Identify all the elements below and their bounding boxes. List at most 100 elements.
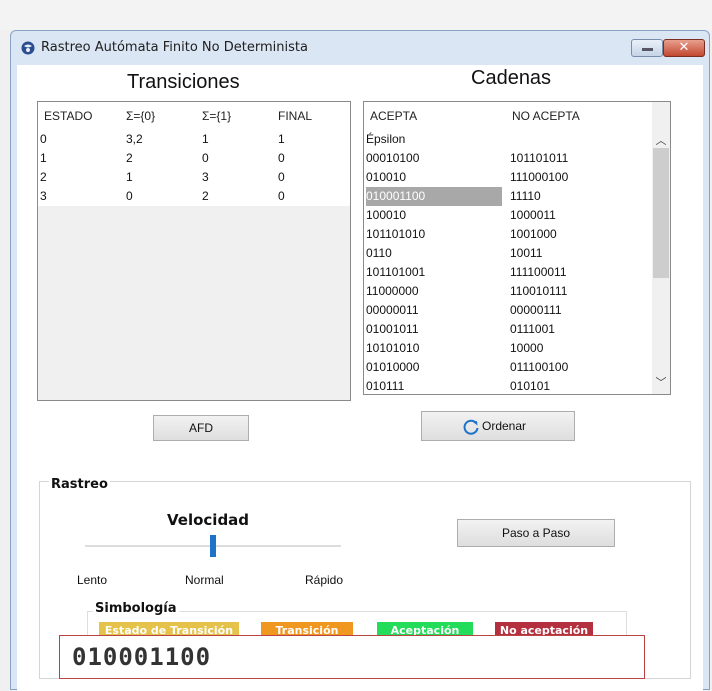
app-window: Rastreo Autómata Finito No Determinista …: [10, 30, 710, 691]
list-item[interactable]: 00010100 101101011: [364, 149, 652, 168]
list-cell[interactable]: 100010: [366, 206, 506, 225]
list-cell[interactable]: 1001000: [510, 225, 650, 244]
list-cell[interactable]: 00010100: [366, 149, 506, 168]
list-cell[interactable]: 111100011: [510, 263, 650, 282]
close-icon: ✕: [678, 40, 690, 55]
table-cell[interactable]: 0: [278, 168, 338, 187]
list-item[interactable]: 100010 1000011: [364, 206, 652, 225]
list-cell[interactable]: 10101010: [366, 339, 506, 358]
list-cell[interactable]: 110010111: [510, 282, 650, 301]
scroll-thumb[interactable]: [653, 148, 669, 278]
table-cell[interactable]: 1: [126, 168, 196, 187]
table-row[interactable]: 0 3,2 1 1: [38, 130, 350, 149]
list-cell[interactable]: [510, 130, 650, 149]
table-cell[interactable]: 2: [202, 187, 272, 206]
scroll-up-icon[interactable]: ︿: [654, 134, 668, 148]
ordenar-label: Ordenar: [482, 419, 527, 433]
table-cell[interactable]: 0: [278, 187, 338, 206]
transiciones-heading: Transiciones: [127, 71, 240, 93]
cadenas-table[interactable]: ACEPTA NO ACEPTA Épsilon 00010100 10110101…: [363, 101, 671, 395]
app-icon: [21, 41, 35, 55]
minimize-icon: [642, 48, 653, 51]
list-cell[interactable]: 101101010: [366, 225, 506, 244]
list-cell[interactable]: Épsilon: [366, 130, 506, 149]
list-cell[interactable]: 10011: [510, 244, 650, 263]
ordenar-button[interactable]: Ordenar: [421, 411, 575, 441]
list-item[interactable]: 101101001 111100011: [364, 263, 652, 282]
table-cell[interactable]: 3,2: [126, 130, 196, 149]
simbologia-label: Simbología: [93, 601, 179, 616]
list-cell[interactable]: 1000011: [510, 206, 650, 225]
list-item[interactable]: 010001100 11110: [364, 187, 652, 206]
cadenas-scrollbar[interactable]: ︿ ﹀: [652, 130, 670, 394]
col-header-sigma0[interactable]: Σ={0}: [126, 102, 196, 130]
list-item[interactable]: 101101010 1001000: [364, 225, 652, 244]
list-cell[interactable]: 11000000: [366, 282, 506, 301]
list-cell[interactable]: 10000: [510, 339, 650, 358]
list-cell[interactable]: 010111: [366, 377, 506, 394]
rastreo-label: Rastreo: [49, 477, 110, 492]
list-cell[interactable]: 0111001: [510, 320, 650, 339]
cadenas-heading: Cadenas: [471, 67, 552, 89]
list-item[interactable]: 01001011 0111001: [364, 320, 652, 339]
table-row[interactable]: 1200: [38, 149, 350, 168]
slider-lento-label: Lento: [77, 573, 108, 587]
col-header-sigma1[interactable]: Σ={1}: [202, 102, 272, 130]
list-cell[interactable]: 101101011: [510, 149, 650, 168]
table-cell[interactable]: 1: [278, 130, 338, 149]
table-cell[interactable]: 0: [126, 187, 196, 206]
transiciones-table[interactable]: ESTADO Σ={0} Σ={1} FINAL 0 3,2 1 1 1 2 0 0 2 1 3 0 3…: [37, 101, 351, 401]
cadenas-header-row: ACEPTA NO ACEPTA: [364, 102, 652, 131]
table-row[interactable]: 3020: [38, 187, 350, 206]
current-string-display: 010001100: [59, 635, 645, 679]
velocidad-label: Velocidad: [167, 511, 250, 529]
table-cell[interactable]: 3: [40, 187, 120, 206]
list-item[interactable]: 01010000 011100100: [364, 358, 652, 377]
list-cell[interactable]: 01001011: [366, 320, 506, 339]
refresh-icon: [463, 419, 479, 435]
speed-slider-thumb[interactable]: [210, 535, 216, 557]
client-area: Transiciones ESTADO Σ={0} Σ={1} FINAL 03…: [17, 65, 703, 691]
table-cell[interactable]: 0: [202, 149, 272, 168]
table-cell[interactable]: 1: [202, 130, 272, 149]
list-cell[interactable]: 010101: [510, 377, 650, 394]
table-cell[interactable]: 2: [40, 168, 120, 187]
col-header-final[interactable]: FINAL: [278, 102, 338, 130]
list-cell[interactable]: 010010: [366, 168, 506, 187]
list-cell[interactable]: 011100100: [510, 358, 650, 377]
current-string-text: 010001100: [72, 643, 212, 671]
paso-a-paso-button[interactable]: Paso a Paso: [457, 519, 615, 547]
table-cell[interactable]: 3: [202, 168, 272, 187]
col-header-acepta[interactable]: ACEPTA: [370, 102, 490, 130]
afd-button[interactable]: AFD: [153, 415, 249, 441]
table-cell[interactable]: 0: [278, 149, 338, 168]
list-cell[interactable]: 11110: [510, 187, 650, 206]
slider-rapido-label: Rápido: [305, 573, 344, 587]
table-cell[interactable]: 1: [40, 149, 120, 168]
list-item[interactable]: 010111 010101: [364, 377, 652, 394]
col-header-no-acepta[interactable]: NO ACEPTA: [512, 102, 632, 130]
list-item[interactable]: 0110 10011: [364, 244, 652, 263]
list-item[interactable]: 10101010 10000: [364, 339, 652, 358]
list-cell[interactable]: 111000100: [510, 168, 650, 187]
window-title: Rastreo Autómata Finito No Determinista: [41, 40, 308, 55]
slider-normal-label: Normal: [185, 573, 224, 587]
list-item[interactable]: 010010 111000100: [364, 168, 652, 187]
table-cell[interactable]: 0: [40, 130, 120, 149]
close-button[interactable]: ✕: [663, 39, 705, 57]
minimize-button[interactable]: [631, 39, 663, 57]
scroll-down-icon[interactable]: ﹀: [654, 376, 668, 390]
list-cell[interactable]: 101101001: [366, 263, 506, 282]
list-cell[interactable]: 00000011: [366, 301, 506, 320]
title-bar[interactable]: Rastreo Autómata Finito No Determinista …: [11, 31, 709, 65]
table-row[interactable]: 2130: [38, 168, 350, 187]
list-item[interactable]: 11000000 110010111: [364, 282, 652, 301]
list-cell[interactable]: 01010000: [366, 358, 506, 377]
list-cell[interactable]: 0110: [366, 244, 506, 263]
list-item[interactable]: Épsilon: [364, 130, 652, 149]
list-cell[interactable]: 010001100: [366, 187, 502, 206]
list-item[interactable]: 00000011 00000111: [364, 301, 652, 320]
table-cell[interactable]: 2: [126, 149, 196, 168]
list-cell[interactable]: 00000111: [510, 301, 650, 320]
col-header-estado[interactable]: ESTADO: [44, 102, 114, 130]
